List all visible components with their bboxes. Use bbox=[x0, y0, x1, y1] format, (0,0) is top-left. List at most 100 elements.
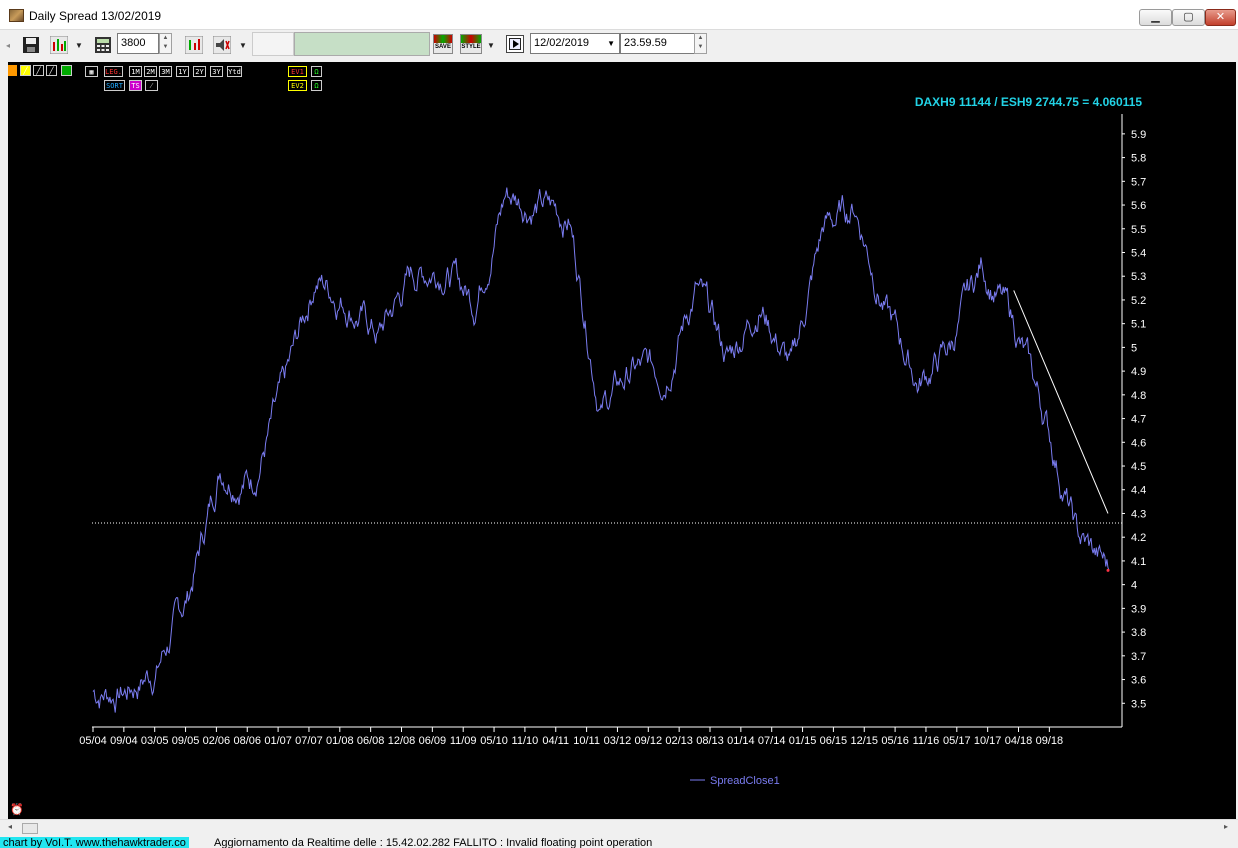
save-label: SAVE bbox=[435, 44, 451, 50]
y-tick-label: 3.8 bbox=[1131, 627, 1146, 639]
x-axis: 05/04 09/04 03/05 09/05 02/06 08/06 01/07 07/07… bbox=[79, 726, 1122, 747]
trendline bbox=[1013, 290, 1109, 514]
sound-icon[interactable] bbox=[213, 36, 231, 54]
chart-panel: ╱ ╱ ╱ ▦ LEG. 1M 2M 3M 1Y 2Y 3Y Ytd SORT … bbox=[8, 62, 1236, 819]
x-tick-label: 01/08 bbox=[326, 735, 354, 747]
style-label: STYLE bbox=[461, 44, 481, 50]
x-tick-label: 09/05 bbox=[172, 735, 200, 747]
y-tick-label: 3.5 bbox=[1131, 698, 1146, 710]
y-tick-label: 4.3 bbox=[1131, 508, 1146, 520]
x-tick-label: 12/15 bbox=[850, 735, 878, 747]
x-tick-label: 11/09 bbox=[450, 735, 477, 747]
horizontal-scrollbar[interactable]: ◂ ▸ bbox=[0, 819, 1238, 836]
y-tick-label: 5.7 bbox=[1131, 176, 1146, 188]
y-tick-label: 4.2 bbox=[1131, 532, 1146, 544]
y-tick-label: 5.6 bbox=[1131, 200, 1146, 212]
legend-label: SpreadClose1 bbox=[710, 775, 780, 787]
x-tick-label: 01/15 bbox=[789, 735, 817, 747]
calculator-icon[interactable] bbox=[94, 36, 112, 54]
series-line bbox=[92, 187, 1110, 713]
save-disk-icon[interactable] bbox=[22, 36, 40, 54]
window-title: Daily Spread 13/02/2019 bbox=[29, 9, 162, 23]
save-style-button[interactable]: SAVE bbox=[433, 34, 453, 54]
x-tick-label: 03/05 bbox=[141, 735, 169, 747]
alarm-clock-icon[interactable]: ⏰ bbox=[10, 803, 24, 816]
x-tick-label: 06/09 bbox=[419, 735, 447, 747]
maximize-button[interactable]: ▢ bbox=[1172, 9, 1205, 26]
x-tick-label: 10/11 bbox=[573, 735, 600, 747]
x-tick-label: 09/12 bbox=[635, 735, 663, 747]
y-tick-label: 3.7 bbox=[1131, 651, 1146, 663]
x-tick-label: 03/12 bbox=[604, 735, 632, 747]
y-tick-label: 3.9 bbox=[1131, 603, 1146, 615]
y-tick-label: 5.2 bbox=[1131, 295, 1146, 307]
x-tick-label: 02/13 bbox=[665, 735, 693, 747]
y-tick-label: 3.6 bbox=[1131, 675, 1146, 687]
x-tick-label: 08/13 bbox=[696, 735, 724, 747]
x-tick-label: 06/15 bbox=[820, 735, 848, 747]
time-stepper[interactable]: ▲ ▼ bbox=[694, 33, 707, 54]
scroll-thumb[interactable] bbox=[22, 823, 38, 834]
x-tick-label: 02/06 bbox=[203, 735, 231, 747]
y-tick-label: 5.3 bbox=[1131, 271, 1146, 283]
x-tick-label: 01/07 bbox=[264, 735, 292, 747]
status-message: Aggiornamento da Realtime delle : 15.42.… bbox=[214, 837, 653, 848]
chart-legend: SpreadClose1 bbox=[690, 775, 780, 787]
y-tick-label: 5 bbox=[1131, 342, 1137, 354]
calendar-dropdown-icon[interactable]: ▼ bbox=[607, 39, 615, 48]
x-tick-label: 12/08 bbox=[388, 735, 416, 747]
bars-count-input[interactable]: 3800 bbox=[117, 33, 159, 54]
x-tick-label: 05/17 bbox=[943, 735, 971, 747]
y-tick-label: 4.6 bbox=[1131, 437, 1146, 449]
chart-type-dropdown-icon[interactable]: ▼ bbox=[75, 41, 83, 50]
status-bar: chart by VoI.T. www.thehawktrader.co Agg… bbox=[0, 836, 1238, 848]
x-tick-label: 07/14 bbox=[758, 735, 786, 747]
y-tick-label: 4.9 bbox=[1131, 366, 1146, 378]
y-tick-label: 4.8 bbox=[1131, 390, 1146, 402]
x-tick-label: 06/08 bbox=[357, 735, 385, 747]
date-value: 12/02/2019 bbox=[534, 37, 590, 49]
scroll-right-icon[interactable]: ▸ bbox=[1224, 822, 1228, 831]
x-tick-label: 05/10 bbox=[480, 735, 508, 747]
style-dropdown-icon[interactable]: ▼ bbox=[487, 41, 495, 50]
title-bar: Daily Spread 13/02/2019 ▁ ▢ ✕ bbox=[0, 0, 1238, 30]
toolbar: ◂ ▼ 3800 ▲ ▼ ▼ SAVE STYLE ▼ 12/02/2019 ▼ … bbox=[0, 30, 1238, 60]
x-tick-label: 05/16 bbox=[881, 735, 909, 747]
blank-field bbox=[252, 32, 294, 56]
y-tick-label: 4.1 bbox=[1131, 556, 1146, 568]
y-tick-label: 4.7 bbox=[1131, 414, 1146, 426]
chart-type-icon[interactable] bbox=[50, 36, 68, 54]
x-tick-label: 04/11 bbox=[542, 735, 569, 747]
status-indicator-panel bbox=[294, 32, 430, 56]
x-tick-label: 08/06 bbox=[233, 735, 261, 747]
y-tick-label: 5.8 bbox=[1131, 153, 1146, 165]
last-price-marker bbox=[1106, 568, 1110, 572]
scroll-left-icon[interactable]: ◂ bbox=[8, 822, 12, 831]
y-tick-label: 4.5 bbox=[1131, 461, 1146, 473]
app-icon bbox=[9, 9, 24, 22]
y-tick-label: 5.9 bbox=[1131, 129, 1146, 141]
close-button[interactable]: ✕ bbox=[1205, 9, 1236, 26]
x-tick-label: 01/14 bbox=[727, 735, 755, 747]
x-tick-label: 09/04 bbox=[110, 735, 138, 747]
y-tick-label: 5.1 bbox=[1131, 319, 1146, 331]
sound-dropdown-icon[interactable]: ▼ bbox=[239, 41, 247, 50]
minimize-button[interactable]: ▁ bbox=[1139, 9, 1172, 26]
bars-count-stepper[interactable]: ▲ ▼ bbox=[159, 33, 172, 54]
play-button[interactable] bbox=[506, 35, 524, 53]
x-tick-label: 05/04 bbox=[79, 735, 107, 747]
left-arrow-icon[interactable]: ◂ bbox=[6, 41, 10, 50]
style-button[interactable]: STYLE bbox=[460, 34, 482, 54]
date-picker[interactable]: 12/02/2019 ▼ bbox=[530, 33, 620, 54]
x-tick-label: 07/07 bbox=[295, 735, 323, 747]
x-tick-label: 09/18 bbox=[1036, 735, 1064, 747]
time-input[interactable]: 23.59.59 bbox=[620, 33, 695, 54]
credit-text: chart by VoI.T. www.thehawktrader.co bbox=[0, 837, 189, 848]
indicator-icon[interactable] bbox=[185, 36, 203, 54]
x-tick-label: 04/18 bbox=[1005, 735, 1033, 747]
y-axis: 3.5 3.6 3.7 3.8 3.9 4 4.1 4.2 4.3 4.4 4.5 4.6 4.7 4.8… bbox=[1121, 114, 1146, 727]
y-tick-label: 4 bbox=[1131, 580, 1137, 592]
y-tick-label: 5.5 bbox=[1131, 224, 1146, 236]
x-tick-label: 11/16 bbox=[913, 735, 940, 747]
x-tick-label: 11/10 bbox=[512, 735, 539, 747]
